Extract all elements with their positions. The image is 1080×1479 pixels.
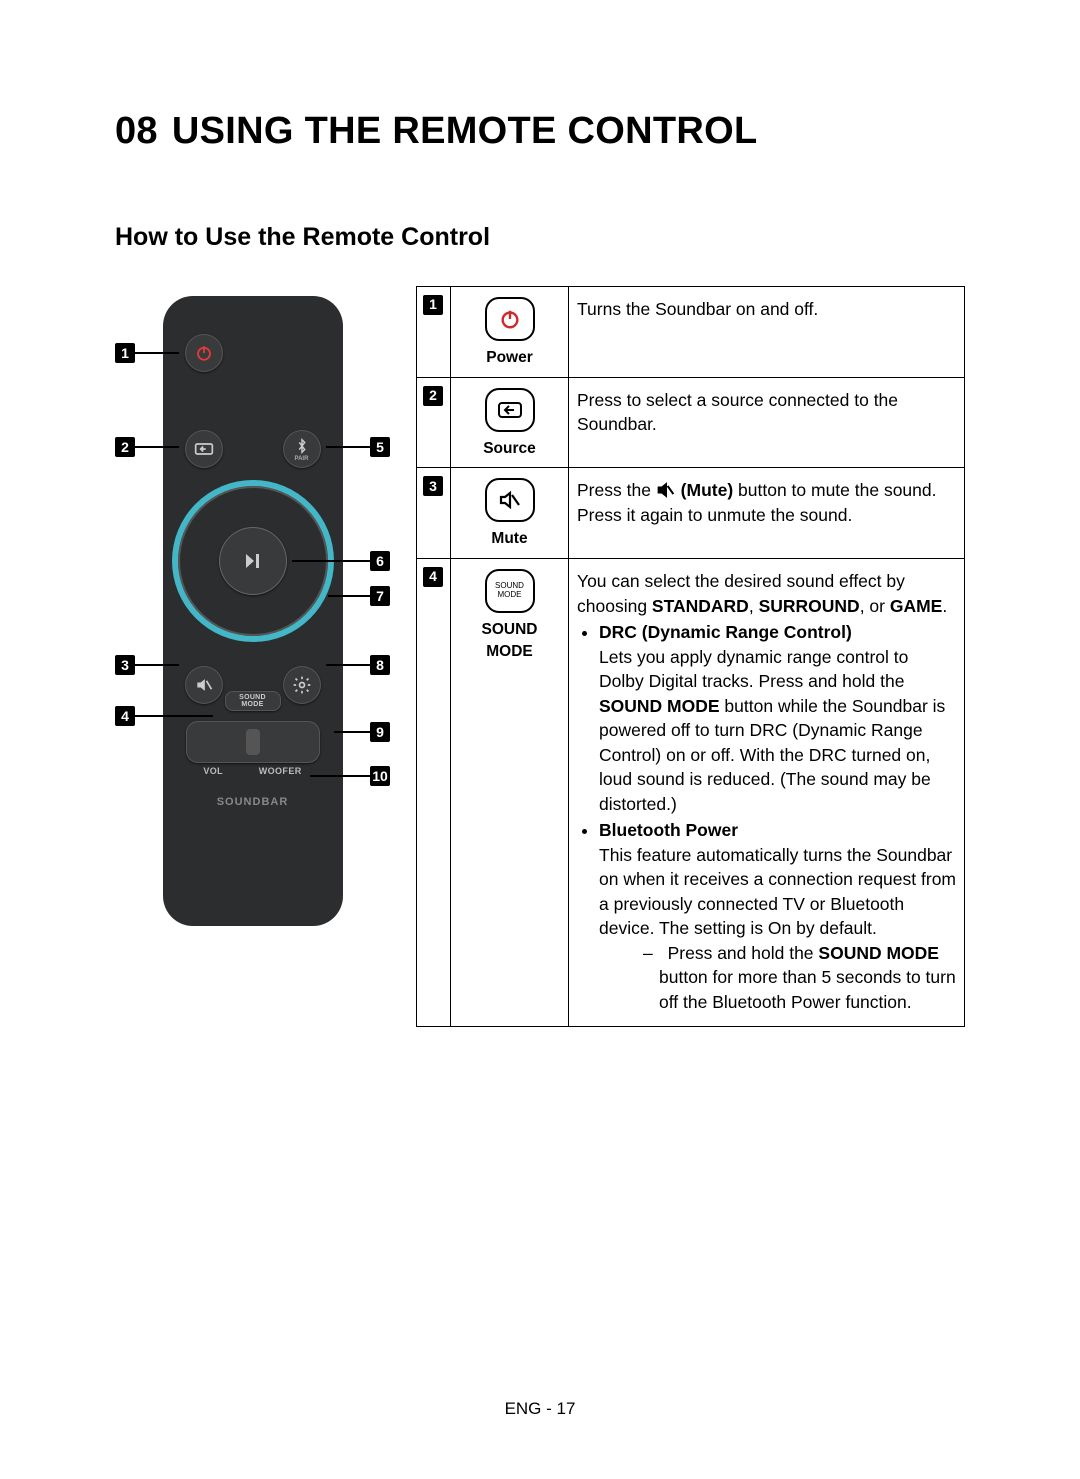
- callout-1: 1: [115, 343, 179, 363]
- sm-line2: MODE: [498, 591, 522, 600]
- callout-num-5: 5: [370, 437, 390, 457]
- row-desc: You can select the desired sound effect …: [569, 559, 965, 1027]
- callout-3: 3: [115, 655, 179, 675]
- dash-item: Press and hold the SOUND MODE button for…: [643, 941, 956, 1015]
- row-num-cell: 4: [417, 559, 451, 1027]
- mute-inline-icon: [656, 481, 676, 499]
- callout-7: 7: [328, 586, 390, 606]
- mute-icon: [485, 478, 535, 522]
- row-desc: Press to select a source connected to th…: [569, 377, 965, 468]
- desc-text: .: [942, 596, 947, 616]
- list-item: DRC (Dynamic Range Control) Lets you app…: [599, 620, 956, 816]
- callout-6: 6: [292, 551, 390, 571]
- page-footer: ENG - 17: [0, 1399, 1080, 1419]
- row-num-cell: 3: [417, 468, 451, 559]
- table-row: 1 Power Turns the Soundbar on and off.: [417, 287, 965, 378]
- callout-num-8: 8: [370, 655, 390, 675]
- description-table: 1 Power Turns the Soundbar on and off. 2: [416, 286, 965, 1027]
- row-icon-cell: Power: [451, 287, 569, 378]
- callout-4: 4: [115, 706, 213, 726]
- section-title-text: USING THE REMOTE CONTROL: [172, 110, 758, 152]
- list-item: Bluetooth Power This feature automatical…: [599, 818, 956, 1014]
- callouts: 1 2 5 6 7 3 8 4 9 10: [115, 286, 390, 1027]
- dash-bold: SOUND MODE: [818, 943, 939, 963]
- callout-8: 8: [326, 655, 390, 675]
- callout-2: 2: [115, 437, 179, 457]
- row-icon-cell: Source: [451, 377, 569, 468]
- row-num: 2: [423, 386, 443, 406]
- table-row: 2 Source Press to select a source connec…: [417, 377, 965, 468]
- bullet-title: Bluetooth Power: [599, 820, 738, 840]
- desc-bold: SURROUND: [759, 596, 860, 616]
- bullet-title: DRC (Dynamic Range Control): [599, 622, 852, 642]
- power-icon: [485, 297, 535, 341]
- row-label: SOUND MODE: [457, 619, 562, 662]
- bullet-text: This feature automatically turns the Sou…: [599, 845, 956, 939]
- section-number: 08: [115, 110, 158, 152]
- callout-num-9: 9: [370, 722, 390, 742]
- callout-num-2: 2: [115, 437, 135, 457]
- callout-9: 9: [334, 722, 390, 742]
- bullet-text: Lets you apply dynamic range control to …: [599, 647, 908, 692]
- callout-10: 10: [310, 766, 390, 786]
- desc-bold: GAME: [890, 596, 943, 616]
- dash-text: button for more than 5 seconds to turn o…: [659, 967, 956, 1012]
- row-icon-cell: Mute: [451, 468, 569, 559]
- row-label: Mute: [491, 528, 527, 550]
- row-num-cell: 2: [417, 377, 451, 468]
- callout-num-4: 4: [115, 706, 135, 726]
- callout-num-7: 7: [370, 586, 390, 606]
- row-num: 1: [423, 295, 443, 315]
- remote-diagram: PAIR SOUND MODE VOL WOOFER: [115, 286, 390, 1027]
- callout-num-1: 1: [115, 343, 135, 363]
- row-desc: Turns the Soundbar on and off.: [569, 287, 965, 378]
- source-icon: [485, 388, 535, 432]
- sound-mode-icon: SOUND MODE: [485, 569, 535, 613]
- row-icon-cell: SOUND MODE SOUND MODE: [451, 559, 569, 1027]
- section-title: 08 USING THE REMOTE CONTROL: [115, 110, 965, 153]
- dash-text: Press and hold the: [668, 943, 819, 963]
- sub-title: How to Use the Remote Control: [115, 223, 965, 252]
- desc-bold: (Mute): [681, 480, 733, 500]
- desc-text: ,: [749, 596, 759, 616]
- row-num: 3: [423, 476, 443, 496]
- callout-5: 5: [326, 437, 390, 457]
- content: PAIR SOUND MODE VOL WOOFER: [115, 286, 965, 1027]
- row-num: 4: [423, 567, 443, 587]
- row-label: Source: [483, 438, 536, 460]
- desc-bold: STANDARD: [652, 596, 749, 616]
- desc-text: , or: [860, 596, 890, 616]
- row-label: Power: [486, 347, 533, 369]
- table-row: 3 Mute Press the (Mute) button to mute t…: [417, 468, 965, 559]
- desc-text: Press the: [577, 480, 656, 500]
- bullet-bold: SOUND MODE: [599, 696, 720, 716]
- table-row: 4 SOUND MODE SOUND MODE You can select t…: [417, 559, 965, 1027]
- callout-num-6: 6: [370, 551, 390, 571]
- callout-num-10: 10: [370, 766, 390, 786]
- callout-num-3: 3: [115, 655, 135, 675]
- row-desc: Press the (Mute) button to mute the soun…: [569, 468, 965, 559]
- row-num-cell: 1: [417, 287, 451, 378]
